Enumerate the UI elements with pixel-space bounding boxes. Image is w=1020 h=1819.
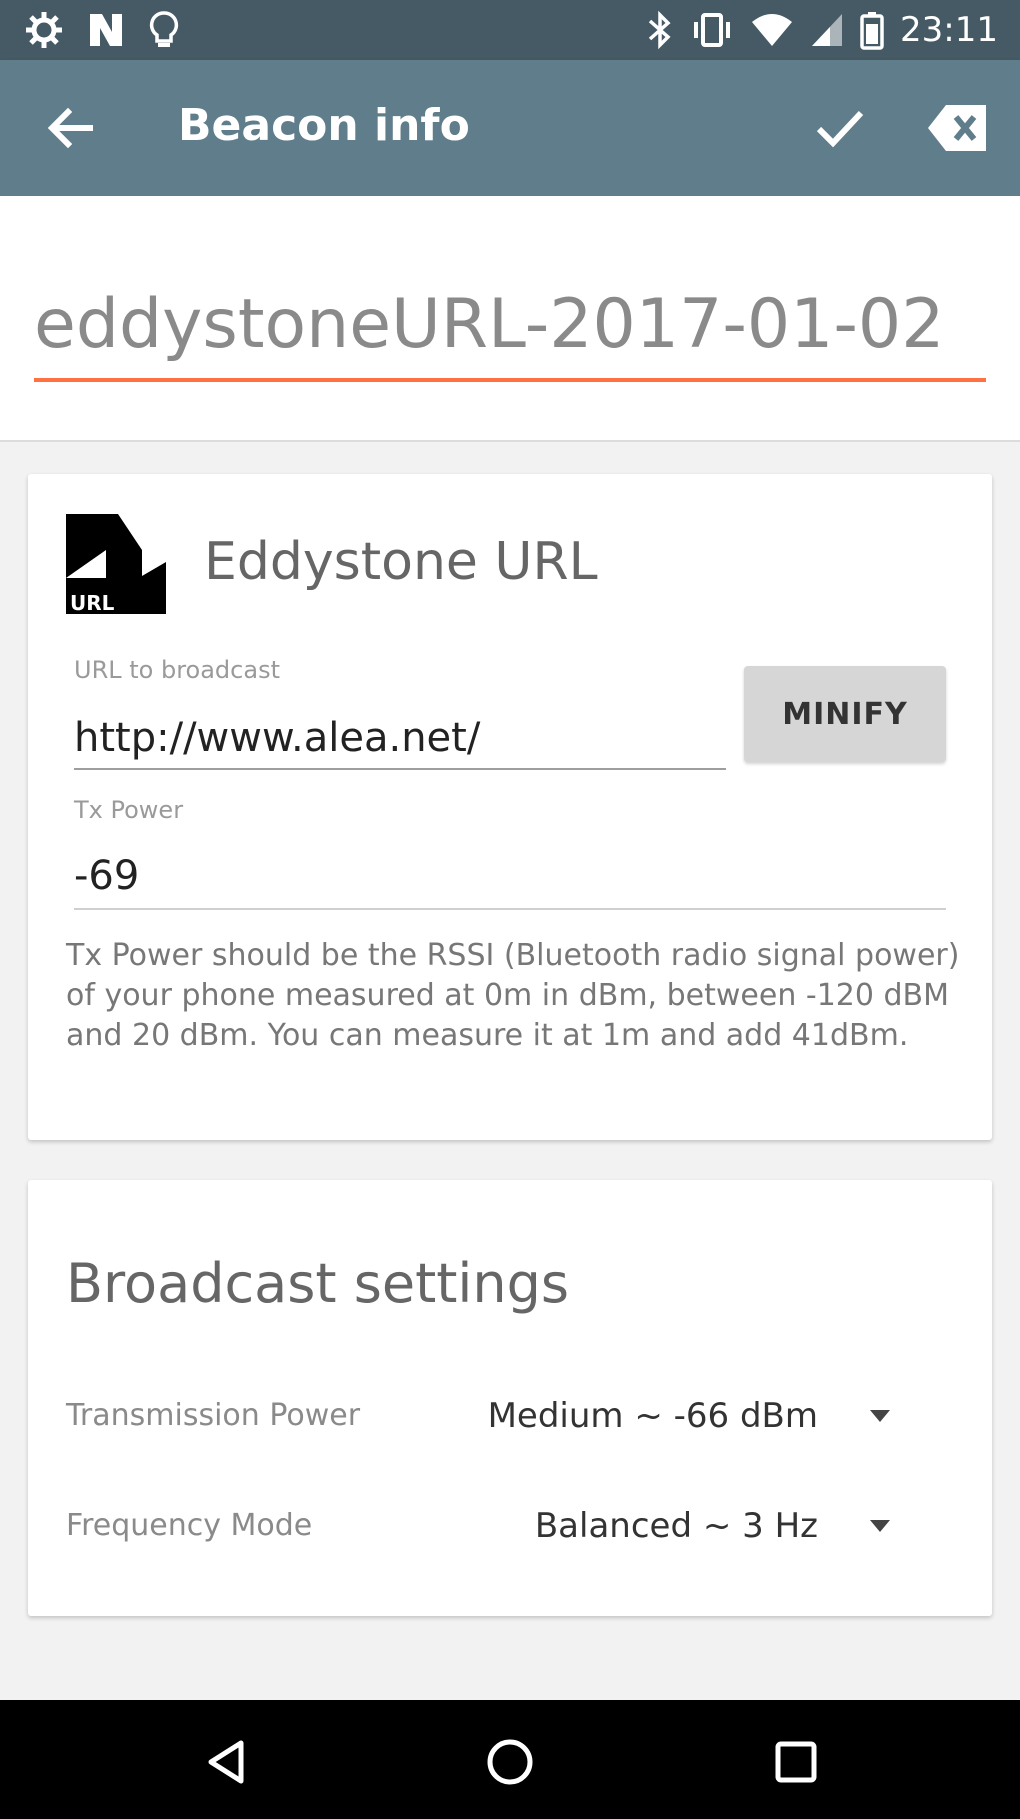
status-bar-clock: 23:11 xyxy=(900,10,998,50)
notification-n-icon xyxy=(86,10,126,50)
bluetooth-icon xyxy=(646,10,674,50)
dropdown-arrow-icon[interactable] xyxy=(860,1396,900,1436)
transmission-power-select[interactable]: Medium ~ -66 dBm xyxy=(488,1396,818,1436)
backspace-icon xyxy=(928,105,986,151)
broadcast-settings-card: Broadcast settings Transmission Power Me… xyxy=(28,1180,992,1616)
svg-text:URL: URL xyxy=(70,591,115,614)
battery-icon xyxy=(860,10,884,50)
system-nav-bar xyxy=(0,1700,1020,1819)
frequency-mode-select[interactable]: Balanced ~ 3 Hz xyxy=(535,1506,818,1546)
minify-button[interactable]: MINIFY xyxy=(744,666,946,762)
wifi-icon xyxy=(750,10,794,50)
nav-home-button[interactable] xyxy=(474,1726,546,1798)
save-button[interactable] xyxy=(800,92,880,164)
transmission-power-label: Transmission Power xyxy=(66,1398,361,1433)
page-title: Beacon info xyxy=(178,100,470,151)
back-button[interactable] xyxy=(34,92,106,164)
tx-power-help-text: Tx Power should be the RSSI (Bluetooth r… xyxy=(66,938,960,1053)
arrow-back-icon xyxy=(47,107,93,149)
nav-recents-icon xyxy=(775,1741,817,1783)
vibrate-icon xyxy=(690,10,734,50)
signal-icon xyxy=(810,10,844,50)
beacon-name-underline xyxy=(34,378,986,382)
dropdown-arrow-icon[interactable] xyxy=(860,1506,900,1546)
url-underline xyxy=(74,768,726,770)
delete-button[interactable] xyxy=(918,92,998,164)
tx-power-label: Tx Power xyxy=(74,796,184,824)
status-bar-right-icons: 23:11 xyxy=(646,8,998,52)
tx-power-underline xyxy=(74,908,946,910)
url-field-label: URL to broadcast xyxy=(74,656,280,684)
eddystone-url-card: URL Eddystone URL URL to broadcast MINIF… xyxy=(28,474,992,1140)
tx-power-input[interactable] xyxy=(74,848,946,904)
url-input[interactable] xyxy=(74,710,726,766)
frequency-mode-label: Frequency Mode xyxy=(66,1508,313,1543)
beacon-name-input[interactable] xyxy=(34,284,986,364)
nav-back-icon xyxy=(208,1740,244,1784)
bulb-icon xyxy=(148,10,180,50)
check-icon xyxy=(816,110,864,148)
beacon-name-section xyxy=(0,196,1020,442)
app-bar: Beacon info xyxy=(0,60,1020,196)
eddystone-card-title: Eddystone URL xyxy=(204,532,598,592)
settings-gear-icon xyxy=(24,10,64,50)
eddystone-url-logo-icon: URL xyxy=(66,514,166,615)
nav-recents-button[interactable] xyxy=(760,1726,832,1798)
nav-back-button[interactable] xyxy=(190,1726,262,1798)
nav-home-icon xyxy=(487,1739,533,1785)
status-bar-left-icons xyxy=(24,8,180,52)
status-bar: 23:11 xyxy=(0,0,1020,60)
broadcast-settings-title: Broadcast settings xyxy=(66,1252,570,1315)
